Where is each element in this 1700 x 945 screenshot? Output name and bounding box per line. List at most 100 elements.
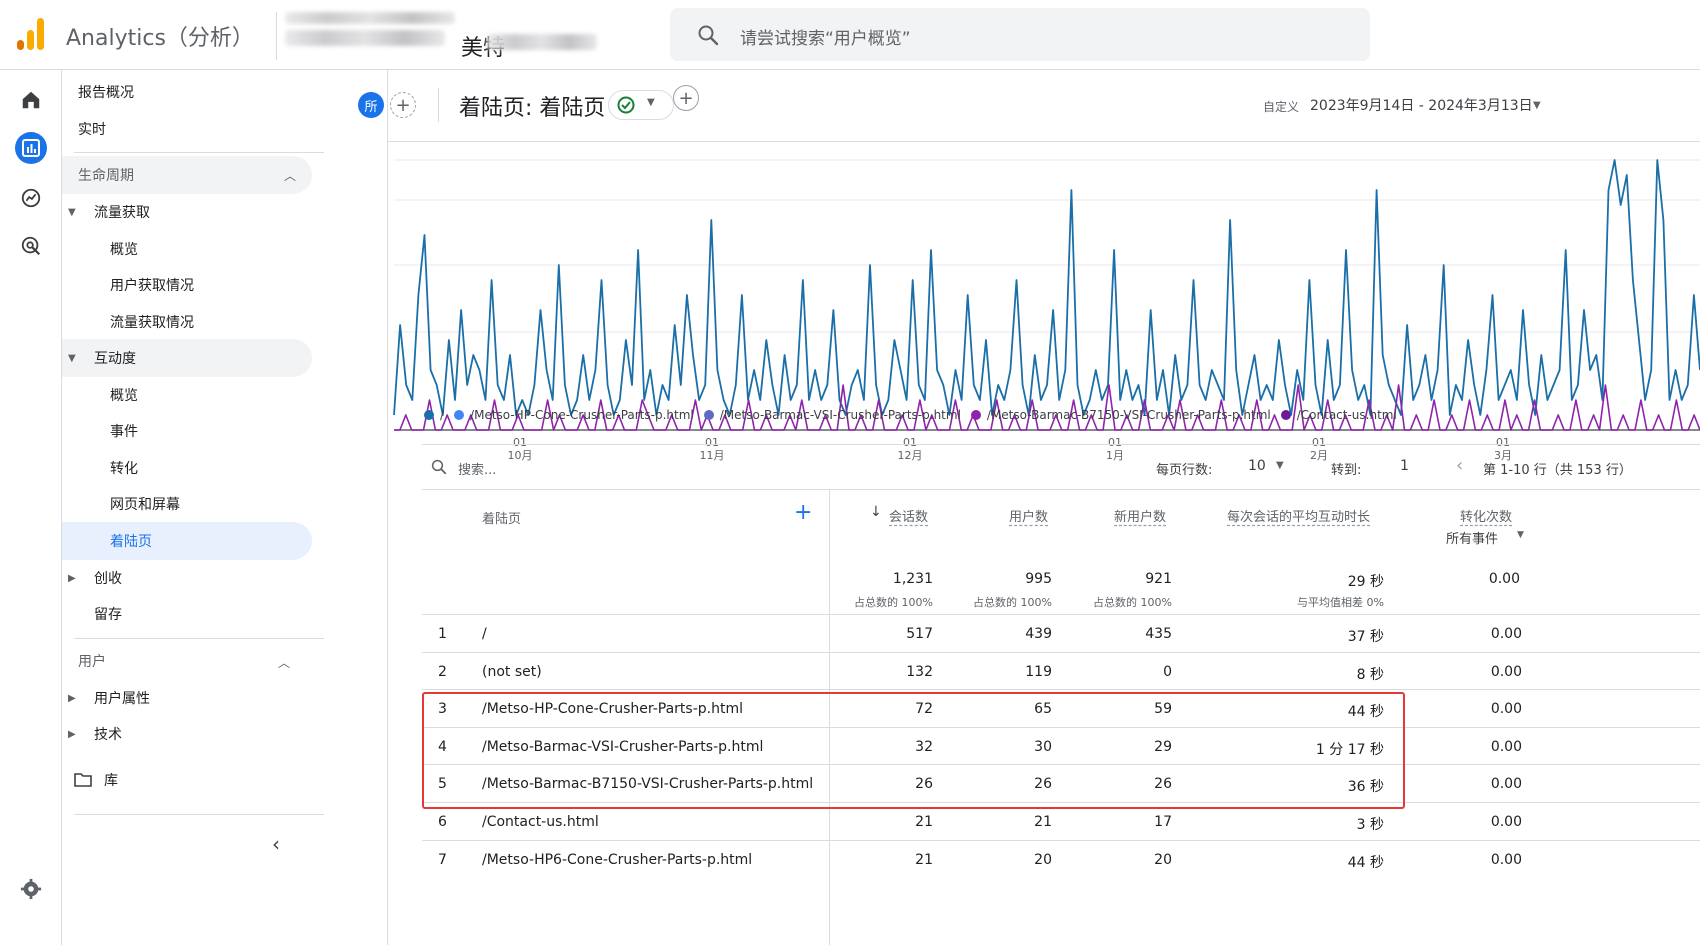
legend-item[interactable]: /Metso-Barmac-VSI-Crusher-Parts-p.html (703, 408, 961, 422)
caret-down-icon[interactable]: ▼ (1517, 530, 1524, 540)
series-line (393, 159, 1700, 416)
search-icon (698, 25, 719, 46)
chart-grid (394, 159, 1700, 431)
nav-conversions[interactable]: 转化 (110, 449, 138, 487)
caret-down-icon[interactable]: ▼ (68, 353, 76, 364)
header-divider (438, 88, 439, 122)
legend-item[interactable]: /Metso-HP-Cone-Crusher-Parts-p.html (454, 408, 694, 422)
app-title: Analytics（分析） (66, 26, 254, 51)
col-header-landing-page[interactable]: 着陆页 (482, 508, 521, 527)
report-status-pill[interactable]: ▼ (608, 90, 674, 120)
total-users-sub: 占总数的 100% (973, 596, 1052, 609)
caret-down-icon[interactable]: ▼ (1533, 100, 1541, 111)
row-avg-engagement: 8 秒 (1356, 666, 1384, 683)
col-header-avg-engagement[interactable]: 每次会话的平均互动时长 (1227, 506, 1370, 525)
nav-realtime[interactable]: 实时 (78, 110, 106, 148)
row-avg-engagement: 37 秒 (1347, 629, 1384, 645)
row-new-users: 17 (1154, 814, 1172, 830)
add-dimension-icon[interactable]: + (794, 500, 812, 525)
nav-user-attributes[interactable]: 用户属性 (94, 679, 150, 717)
row-landing-page[interactable]: /Contact-us.html (482, 814, 599, 830)
nav-divider (74, 814, 324, 815)
table-row[interactable]: 2 (not set) 132 119 0 8 秒 0.00 (422, 651, 1700, 690)
col-header-sessions[interactable]: 会话数 (889, 506, 928, 525)
search-icon (431, 459, 447, 475)
nav-traffic-acquisition[interactable]: 流量获取情况 (110, 303, 194, 341)
goto-input[interactable]: 1 (1400, 458, 1409, 474)
date-label: 自定义 (1263, 100, 1300, 114)
col-header-conversions[interactable]: 转化次数 (1460, 506, 1512, 525)
table-search-input[interactable]: 搜索... (458, 459, 496, 478)
nav-tech[interactable]: 技术 (94, 715, 122, 753)
nav-retention[interactable]: 留存 (94, 595, 122, 633)
search-bar[interactable]: 请尝试搜索“用户概览” (670, 8, 1370, 61)
caret-right-icon[interactable]: ▶ (68, 693, 76, 704)
total-sessions-sub: 占总数的 100% (854, 596, 933, 609)
account-name-blur (285, 30, 445, 46)
segment-badge[interactable]: 所 (358, 92, 384, 118)
nav-monetization[interactable]: 创收 (94, 559, 122, 597)
nav-acq-overview[interactable]: 概览 (110, 230, 138, 268)
row-index: 1 (438, 626, 447, 642)
nav-acquisition[interactable]: 流量获取 (94, 193, 150, 231)
add-comparison-icon[interactable]: + (390, 92, 416, 118)
search-input[interactable]: 请尝试搜索“用户概览” (740, 24, 911, 49)
nav-pages-screens[interactable]: 网页和屏幕 (110, 485, 180, 523)
chevron-up-icon: ︿ (283, 168, 296, 183)
home-icon[interactable] (15, 84, 47, 116)
legend-item[interactable]: / (424, 408, 444, 422)
advertising-icon[interactable] (15, 230, 47, 262)
legend-item[interactable]: /Contact-us.html (1280, 408, 1397, 422)
nav-user-acquisition[interactable]: 用户获取情况 (110, 266, 194, 304)
caret-down-icon[interactable]: ▼ (68, 207, 76, 218)
nav-section-lifecycle[interactable]: 生命周期 ︿ (62, 156, 312, 194)
settings-icon[interactable] (15, 873, 47, 905)
nav-library[interactable]: 库 (74, 761, 118, 799)
row-sessions: 517 (906, 626, 933, 642)
col-header-users[interactable]: 用户数 (1009, 506, 1048, 525)
nav-landing-page[interactable]: 着陆页 (62, 522, 312, 560)
analytics-logo-icon[interactable] (17, 18, 45, 50)
conversions-event-select[interactable]: 所有事件 (1446, 528, 1498, 547)
nav-events[interactable]: 事件 (110, 412, 138, 450)
total-sessions: 1,231 (892, 571, 933, 587)
legend-label: /Metso-Barmac-B7150-VSI-Crusher-Parts-p.… (986, 408, 1271, 422)
rows-per-page-select[interactable]: 10 (1248, 458, 1266, 474)
caret-right-icon[interactable]: ▶ (68, 729, 76, 740)
nav-section-user[interactable]: 用户 (78, 642, 328, 680)
table-toolbar: 搜索... 每页行数: 10 ▼ 转到: 1 ‹ 第 1-10 行（共 153 … (422, 444, 1700, 490)
collapse-nav-chevron-icon[interactable]: ‹ (272, 825, 280, 863)
reports-icon[interactable] (15, 132, 47, 164)
row-index: 7 (438, 851, 447, 868)
col-header-new-users[interactable]: 新用户数 (1114, 506, 1166, 525)
row-new-users: 20 (1154, 851, 1172, 868)
row-landing-page[interactable]: /Metso-HP6-Cone-Crusher-Parts-p.html (482, 852, 752, 868)
explore-icon[interactable] (15, 182, 47, 214)
table-row[interactable]: 7/Metso-HP6-Cone-Crusher-Parts-p.html 21 2… (422, 839, 1700, 878)
date-range[interactable]: 2023年9月14日 - 2024年3月13日 (1310, 95, 1533, 115)
row-conversions: 0.00 (1490, 851, 1522, 868)
add-filter-icon[interactable]: + (673, 85, 699, 111)
caret-down-icon[interactable]: ▼ (1276, 460, 1284, 471)
account-selector[interactable]: 美特 (276, 12, 646, 61)
sort-arrow-down-icon[interactable]: ↓ (870, 504, 882, 520)
table-row[interactable]: 1 / 517 439 435 37 秒 0.00 (422, 614, 1700, 652)
nav-eng-overview[interactable]: 概览 (110, 376, 138, 414)
nav-section-label: 生命周期 (78, 168, 134, 184)
legend-item[interactable]: /Metso-Barmac-B7150-VSI-Crusher-Parts-p.… (970, 408, 1271, 422)
main-content: 所 + 着陆页: 着陆页 ▼ + 自定义 2023年9月14日 - 2024年3… (358, 70, 1700, 945)
nav-reports-snapshot[interactable]: 报告概况 (78, 73, 134, 111)
total-users: 995 (1025, 571, 1052, 587)
row-avg-engagement: 44 秒 (1347, 854, 1384, 871)
nav-engagement[interactable]: 互动度 (62, 339, 312, 377)
caret-right-icon[interactable]: ▶ (68, 573, 76, 584)
row-sessions: 21 (915, 814, 933, 830)
prev-page-icon[interactable]: ‹ (1456, 455, 1463, 476)
total-new-users: 921 (1145, 571, 1172, 587)
row-users: 20 (1034, 851, 1052, 868)
row-landing-page[interactable]: / (482, 626, 487, 642)
nav-divider (74, 638, 324, 639)
nav-divider (74, 152, 324, 153)
chevron-up-icon[interactable]: ︿ (278, 654, 290, 671)
row-landing-page[interactable]: (not set) (482, 664, 542, 680)
